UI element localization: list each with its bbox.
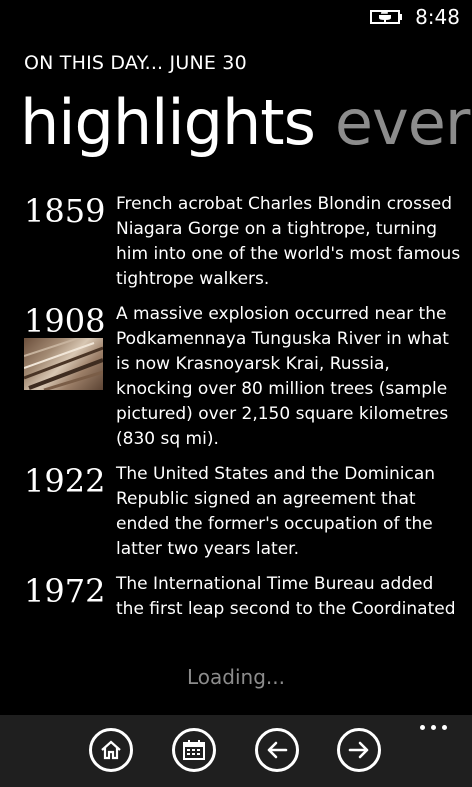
home-icon [101, 740, 121, 760]
arrow-right-icon [348, 741, 369, 759]
calendar-icon [183, 740, 205, 760]
event-text: A massive explosion occurred near the Po… [116, 304, 449, 449]
list-item[interactable]: 1972 The International Time Bureau added… [0, 571, 472, 622]
battery-charging-icon [370, 10, 402, 24]
event-text: The United States and the Dominican Repu… [116, 464, 436, 559]
forward-button[interactable] [337, 728, 381, 772]
event-year: 1859 [24, 192, 106, 230]
tab-events[interactable]: ever [335, 80, 470, 166]
event-text: The International Time Bureau added the … [116, 574, 456, 619]
event-year: 1922 [24, 462, 106, 500]
calendar-button[interactable] [172, 728, 216, 772]
home-button[interactable] [89, 728, 133, 772]
list-item[interactable]: 1859 French acrobat Charles Blondin cros… [0, 191, 472, 292]
tab-highlights[interactable]: highlights [20, 80, 316, 166]
page-title: ON THIS DAY... JUNE 30 [24, 52, 247, 74]
tree-image-icon [24, 338, 103, 390]
arrow-left-icon [267, 741, 288, 759]
event-list: 1859 French acrobat Charles Blondin cros… [0, 191, 472, 641]
status-time: 8:48 [415, 5, 460, 29]
pivot-header: highlights ever [20, 80, 472, 170]
event-year: 1972 [24, 572, 106, 610]
loading-indicator: Loading... [187, 665, 285, 689]
event-text: French acrobat Charles Blondin crossed N… [116, 194, 461, 289]
app-bar [0, 715, 472, 787]
more-icon[interactable] [420, 725, 448, 733]
list-item[interactable]: 1922 The United States and the Dominican… [0, 461, 472, 562]
event-year: 1908 [24, 302, 106, 340]
status-bar: 8:48 [0, 0, 472, 34]
list-item[interactable]: 1908 A massive explosion occurred near t… [0, 301, 472, 452]
event-thumbnail[interactable] [24, 338, 103, 390]
back-button[interactable] [255, 728, 299, 772]
